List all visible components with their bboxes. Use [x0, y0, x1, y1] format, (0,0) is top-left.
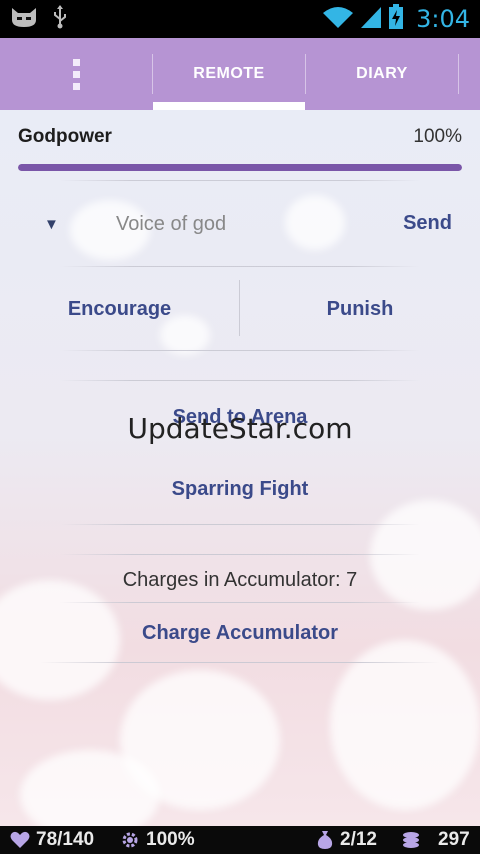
gold-value: 297 — [438, 829, 470, 850]
tab-diary-label: DIARY — [356, 65, 408, 82]
money-bag-icon — [316, 830, 334, 850]
remote-panel: Godpower 100% ▼ Send Encourage Punish Se… — [0, 110, 480, 826]
tab-remote[interactable]: REMOTE — [153, 38, 305, 110]
gold-stat: 297 — [402, 826, 470, 854]
inventory-value: 2/12 — [340, 829, 377, 850]
godpower-progress-fill — [18, 164, 462, 171]
send-button[interactable]: Send — [403, 212, 452, 235]
tab-diary[interactable]: DIARY — [306, 38, 458, 110]
inventory-stat: 2/12 — [316, 826, 377, 854]
overflow-menu-button[interactable] — [56, 38, 96, 110]
gear-icon — [120, 830, 140, 850]
heart-icon — [10, 831, 30, 849]
sparring-fight-button[interactable]: Sparring Fight — [0, 478, 480, 501]
punish-button[interactable]: Punish — [240, 298, 480, 321]
voice-of-god-input[interactable] — [70, 204, 426, 244]
coins-icon — [402, 831, 424, 849]
divider — [60, 350, 420, 351]
hero-stats-bar: 78/140 100% 2/12 297 — [0, 826, 480, 854]
cat-face-icon — [10, 6, 38, 33]
accumulator-charges-text: Charges in Accumulator: 7 — [122, 569, 358, 591]
divider — [40, 662, 440, 663]
menu-dot-icon — [72, 58, 80, 66]
action-bar: REMOTE DIARY — [0, 38, 480, 110]
godpower-value: 100% — [413, 126, 462, 147]
signal-icon — [360, 5, 382, 34]
divider — [60, 380, 420, 381]
status-bar: 3:04 — [0, 0, 480, 38]
clock: 3:04 — [416, 5, 470, 33]
voice-dropdown-arrow-icon[interactable]: ▼ — [44, 216, 59, 233]
divider — [60, 180, 420, 181]
action-bar-divider — [458, 54, 459, 94]
menu-dot-icon — [72, 82, 80, 90]
tab-remote-label: REMOTE — [193, 65, 265, 82]
divider — [60, 554, 420, 555]
godpower-label: Godpower — [18, 126, 112, 147]
battery-charging-icon — [388, 3, 404, 35]
usb-icon — [52, 4, 68, 34]
divider — [60, 524, 420, 525]
health-value: 78/140 — [36, 829, 95, 850]
wifi-icon — [322, 5, 354, 34]
encourage-button[interactable]: Encourage — [0, 298, 239, 321]
send-to-arena-button[interactable]: Send to Arena — [0, 406, 480, 429]
godpower-stat-value: 100% — [146, 829, 195, 850]
divider — [60, 266, 420, 267]
divider — [60, 602, 420, 603]
godpower-progress-bar — [18, 164, 462, 171]
godpower-stat: 100% — [120, 826, 195, 854]
health-stat: 78/140 — [10, 826, 94, 854]
charge-accumulator-button[interactable]: Charge Accumulator — [0, 622, 480, 645]
menu-dot-icon — [72, 70, 80, 78]
